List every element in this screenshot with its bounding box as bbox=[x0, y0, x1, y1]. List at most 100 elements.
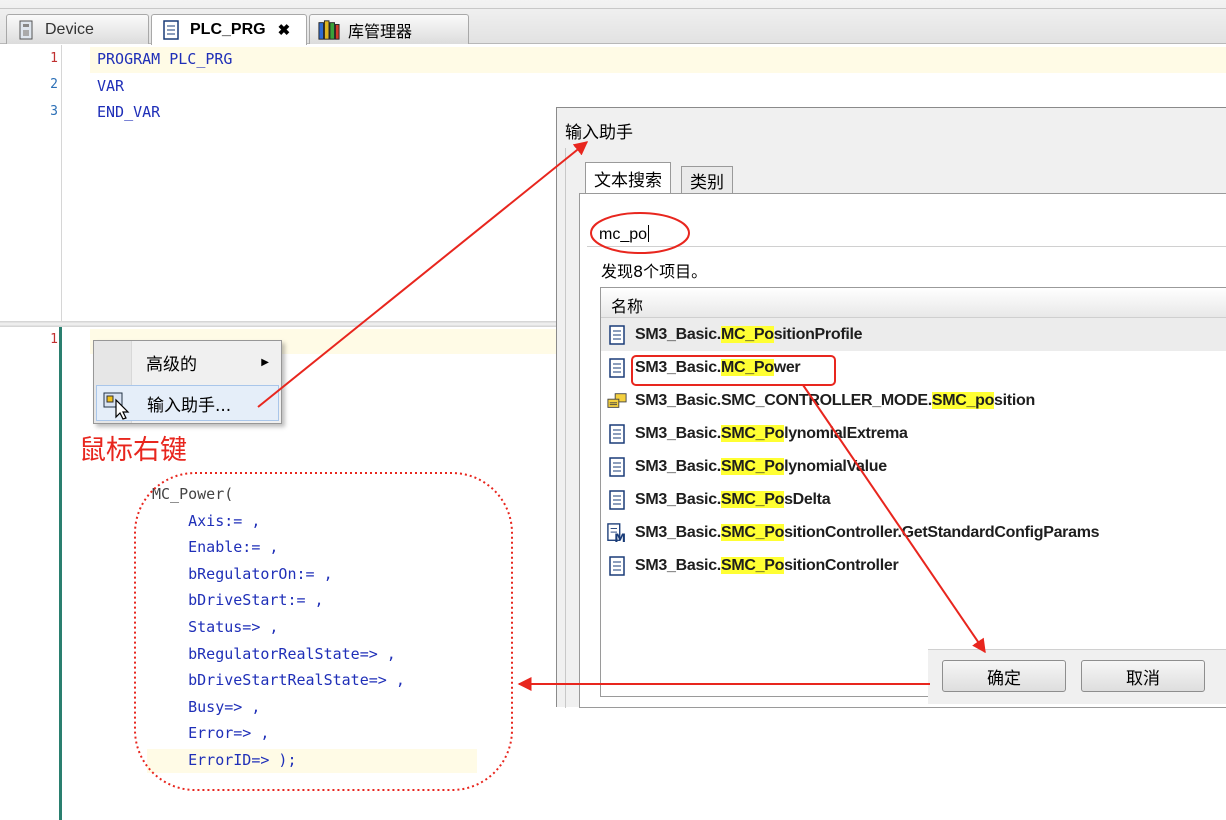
result-text-segment: sDelta bbox=[784, 490, 831, 508]
tab-category[interactable]: 类别 bbox=[681, 166, 733, 194]
function-block-icon bbox=[607, 357, 627, 379]
search-match-highlight: SMC_Po bbox=[720, 523, 785, 541]
result-item-label: SM3_Basic.SMC_CONTROLLER_MODE.SMC_positi… bbox=[635, 391, 1035, 410]
result-text-segment: sitionController.GetStandardConfigParams bbox=[784, 523, 1100, 541]
result-text-segment: SM3_Basic. bbox=[635, 424, 721, 442]
function-block-icon bbox=[607, 489, 627, 511]
tab-device[interactable]: Device bbox=[6, 14, 149, 44]
search-match-highlight: SMC_Po bbox=[720, 424, 785, 442]
result-text-segment: SM3_Basic. bbox=[635, 358, 721, 376]
result-item-label: SM3_Basic.SMC_PolynomialValue bbox=[635, 457, 887, 476]
svg-text:M: M bbox=[614, 531, 625, 544]
tab-library-manager-label: 库管理器 bbox=[348, 23, 413, 41]
menu-item-advanced[interactable]: 高级的 ▶ bbox=[96, 344, 279, 380]
line-number: 2 bbox=[50, 77, 58, 92]
code-line[interactable]: VAR bbox=[97, 77, 124, 95]
menu-item-input-assistant[interactable]: 输入助手... bbox=[96, 385, 279, 421]
result-item[interactable]: SM3_Basic.SMC_CONTROLLER_MODE.SMC_positi… bbox=[601, 384, 1226, 417]
result-text-segment: wer bbox=[773, 358, 801, 376]
mc-power-code-block: MC_Power( Axis:= , Enable:= , bRegulator… bbox=[152, 485, 405, 778]
result-item-label: SM3_Basic.SMC_PolynomialExtrema bbox=[635, 424, 908, 443]
result-text-segment: sition bbox=[994, 391, 1035, 409]
code-line[interactable]: bDriveStartRealState=> , bbox=[152, 671, 405, 698]
result-text-segment: SM3_Basic. bbox=[635, 556, 721, 574]
tab-device-label: Device bbox=[45, 20, 94, 38]
input-assistant-dialog: 输入助手 文本搜索 类别 mc_po 发现8个项目。 名称 SM3_Basic.… bbox=[556, 107, 1226, 708]
code-line[interactable]: MC_Power( bbox=[152, 485, 405, 512]
function-block-icon bbox=[607, 456, 627, 478]
result-item-label: SM3_Basic.MC_Power bbox=[635, 358, 801, 377]
dialog-title: 输入助手 bbox=[565, 123, 633, 143]
result-item-label: SM3_Basic.SMC_PosDelta bbox=[635, 490, 831, 509]
result-item[interactable]: SM3_Basic.SMC_PositionController bbox=[601, 549, 1226, 582]
result-item[interactable]: M SM3_Basic.SMC_PositionController.GetSta… bbox=[601, 516, 1226, 549]
code-line[interactable]: Enable:= , bbox=[152, 538, 405, 565]
ok-button[interactable]: 确定 bbox=[942, 660, 1066, 692]
code-line[interactable]: Error=> , bbox=[152, 724, 405, 751]
books-icon bbox=[318, 19, 340, 41]
search-match-highlight: SMC_Po bbox=[720, 490, 785, 508]
function-block-icon bbox=[607, 324, 627, 346]
input-assistant-icon bbox=[102, 390, 132, 425]
device-icon bbox=[15, 19, 37, 41]
bottom-editor-gutter bbox=[0, 327, 62, 820]
menu-item-label: 输入助手... bbox=[147, 395, 232, 416]
code-line[interactable]: Busy=> , bbox=[152, 698, 405, 725]
text-caret bbox=[648, 225, 650, 242]
result-text-segment: SM3_Basic. bbox=[635, 457, 721, 475]
result-item-label: SM3_Basic.MC_PositionProfile bbox=[635, 325, 863, 344]
enum-value-icon bbox=[607, 390, 627, 412]
code-line[interactable]: PROGRAM PLC_PRG bbox=[97, 50, 232, 68]
code-line[interactable]: END_VAR bbox=[97, 103, 160, 121]
document-icon bbox=[160, 19, 182, 41]
result-item[interactable]: SM3_Basic.SMC_PosDelta bbox=[601, 483, 1226, 516]
code-line[interactable]: bDriveStart:= , bbox=[152, 591, 405, 618]
result-text-segment: SM3_Basic. bbox=[635, 325, 721, 343]
tab-library-manager[interactable]: 库管理器 bbox=[309, 14, 469, 44]
result-text-segment: lynomialValue bbox=[784, 457, 887, 475]
result-item-label: SM3_Basic.SMC_PositionController.GetStan… bbox=[635, 523, 1100, 542]
result-item[interactable]: SM3_Basic.MC_PositionProfile bbox=[601, 318, 1226, 351]
result-text-segment: lynomialExtrema bbox=[784, 424, 908, 442]
close-icon[interactable]: ✖ bbox=[278, 21, 291, 39]
current-line-highlight bbox=[90, 47, 1226, 73]
tab-text-search[interactable]: 文本搜索 bbox=[585, 162, 671, 194]
search-match-highlight: MC_Po bbox=[720, 358, 774, 376]
result-item[interactable]: SM3_Basic.SMC_PolynomialValue bbox=[601, 450, 1226, 483]
search-input[interactable]: mc_po bbox=[587, 219, 1226, 247]
code-line[interactable]: Status=> , bbox=[152, 618, 405, 645]
result-item-label: SM3_Basic.SMC_PositionController bbox=[635, 556, 899, 575]
search-match-highlight: MC_Po bbox=[720, 325, 774, 343]
line-number: 1 bbox=[50, 51, 58, 66]
search-match-highlight: SMC_Po bbox=[720, 556, 785, 574]
result-item[interactable]: SM3_Basic.SMC_PolynomialExtrema bbox=[601, 417, 1226, 450]
submenu-arrow-icon: ▶ bbox=[261, 356, 269, 368]
result-text-segment: SM3_Basic.SMC_CONTROLLER_MODE. bbox=[635, 391, 932, 409]
function-block-icon bbox=[607, 555, 627, 577]
code-line[interactable]: Axis:= , bbox=[152, 512, 405, 539]
result-text-segment: SM3_Basic. bbox=[635, 490, 721, 508]
result-text-segment: sitionProfile bbox=[773, 325, 863, 343]
code-line[interactable]: ErrorID=> ); bbox=[152, 751, 405, 778]
code-line[interactable]: bRegulatorRealState=> , bbox=[152, 645, 405, 672]
menu-item-label: 高级的 bbox=[146, 354, 197, 375]
tab-bar-divider bbox=[0, 8, 1226, 9]
code-line[interactable]: bRegulatorOn:= , bbox=[152, 565, 405, 592]
method-icon: M bbox=[607, 522, 627, 544]
editor-tab-bar: Device PLC_PRG ✖ 库管理器 bbox=[0, 0, 1226, 45]
tab-plc-prg[interactable]: PLC_PRG ✖ bbox=[151, 14, 307, 45]
result-count: 发现8个项目。 bbox=[601, 262, 708, 281]
line-number: 1 bbox=[50, 332, 58, 347]
result-text-segment: SM3_Basic. bbox=[635, 523, 721, 541]
annotation-label: 鼠标右键 bbox=[79, 435, 187, 466]
context-menu: 高级的 ▶ 输入助手... bbox=[93, 340, 282, 424]
cancel-button[interactable]: 取消 bbox=[1081, 660, 1205, 692]
search-match-highlight: SMC_Po bbox=[720, 457, 785, 475]
result-item[interactable]: SM3_Basic.MC_Power bbox=[601, 351, 1226, 384]
tab-plc-prg-label: PLC_PRG bbox=[190, 21, 266, 38]
dialog-button-bar: 确定 取消 bbox=[928, 649, 1226, 704]
function-block-icon bbox=[607, 423, 627, 445]
result-list: 名称 SM3_Basic.MC_PositionProfile SM3_Basic… bbox=[600, 287, 1226, 697]
arrow-to-dialog bbox=[257, 141, 589, 408]
column-header-name[interactable]: 名称 bbox=[601, 288, 1226, 318]
